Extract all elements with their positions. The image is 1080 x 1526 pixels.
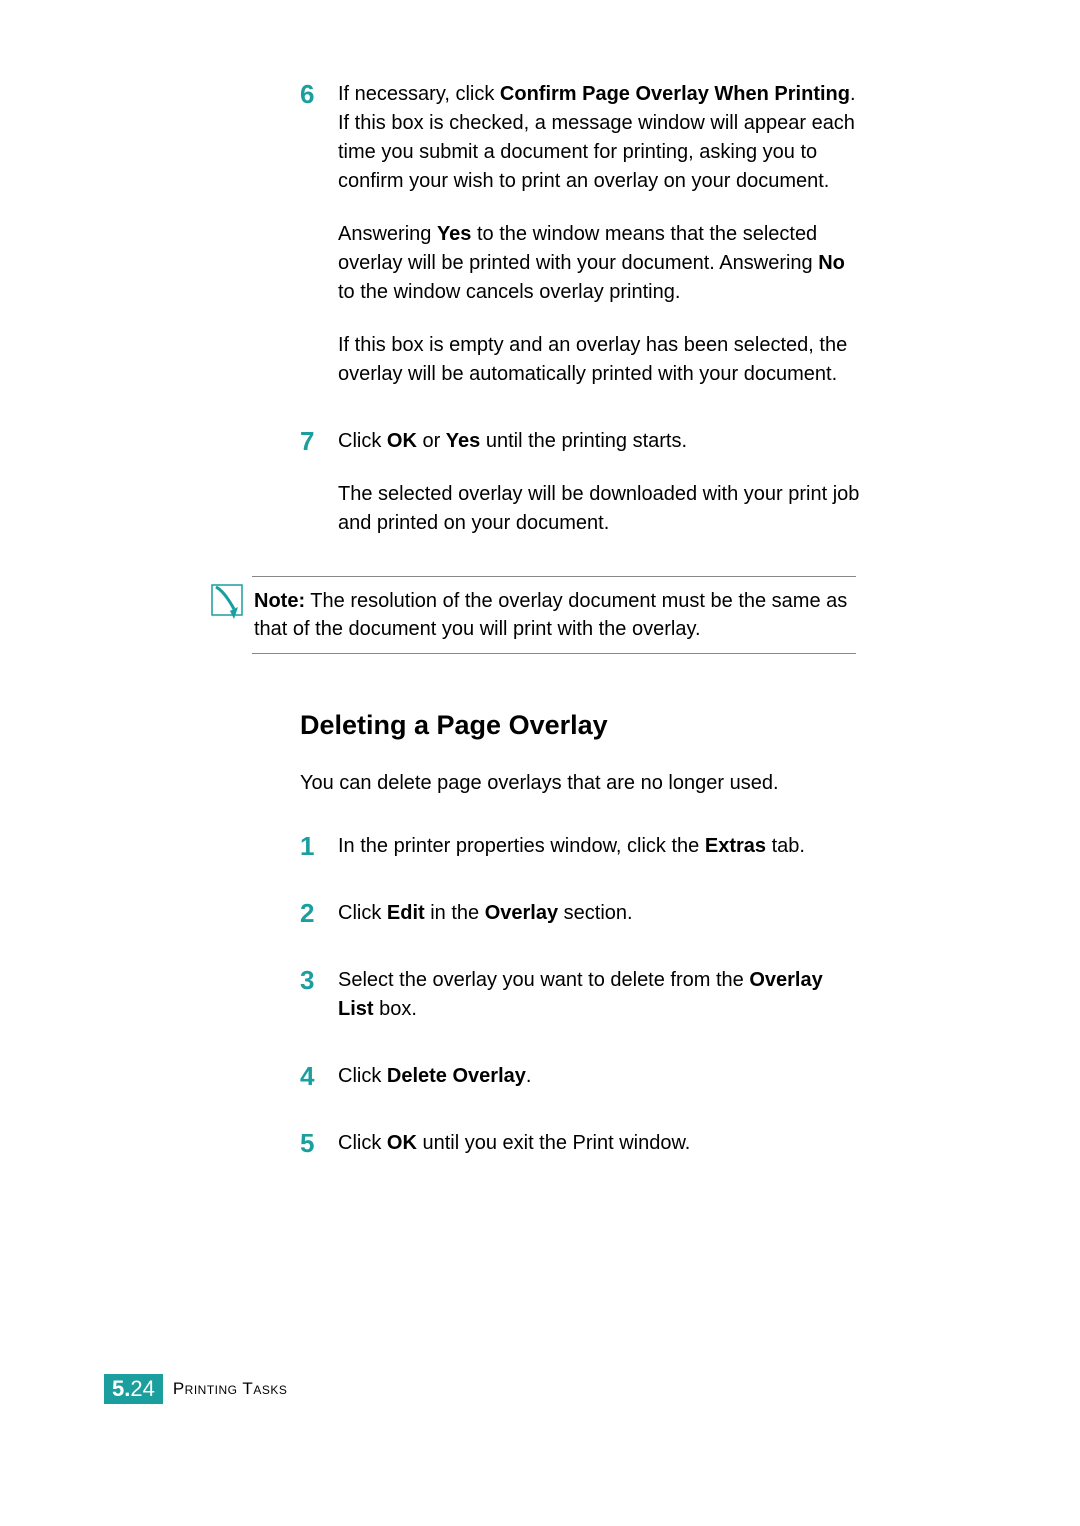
step-number: 1: [300, 832, 330, 861]
page-footer: 5.24 Printing Tasks: [104, 1374, 287, 1404]
paragraph: The selected overlay will be downloaded …: [338, 480, 860, 538]
step-body: Click Delete Overlay.: [338, 1062, 860, 1091]
step-number: 5: [300, 1129, 330, 1158]
note-label: Note:: [254, 590, 305, 612]
numbered-step: 6 If necessary, click Confirm Page Overla…: [300, 80, 860, 389]
note-icon: [206, 579, 254, 628]
note-text: Note: The resolution of the overlay docu…: [254, 587, 856, 643]
step-body: Click OK or Yes until the printing start…: [338, 427, 860, 538]
paragraph: Answering Yes to the window means that t…: [338, 220, 860, 307]
numbered-step: 7 Click OK or Yes until the printing star…: [300, 427, 860, 538]
step-number: 7: [300, 427, 330, 456]
step-body: Click OK until you exit the Print window…: [338, 1129, 860, 1158]
numbered-step: 1 In the printer properties window, click…: [300, 832, 860, 861]
step-body: In the printer properties window, click …: [338, 832, 860, 861]
section-heading: Deleting a Page Overlay: [300, 710, 860, 741]
content-column: 6 If necessary, click Confirm Page Overla…: [300, 80, 860, 1158]
numbered-step: 2 Click Edit in the Overlay section.: [300, 899, 860, 928]
numbered-step: 4 Click Delete Overlay.: [300, 1062, 860, 1091]
step-body: Click Edit in the Overlay section.: [338, 899, 860, 928]
footer-title: Printing Tasks: [173, 1379, 288, 1399]
step-number: 6: [300, 80, 330, 109]
step-body: Select the overlay you want to delete fr…: [338, 966, 860, 1024]
step-number: 4: [300, 1062, 330, 1091]
page-number-badge: 5.24: [104, 1374, 163, 1404]
paragraph: Select the overlay you want to delete fr…: [338, 966, 860, 1024]
note-body: The resolution of the overlay document m…: [254, 590, 847, 640]
paragraph: Click OK or Yes until the printing start…: [338, 427, 860, 456]
note-block: Note: The resolution of the overlay docu…: [252, 576, 856, 654]
step-body: If necessary, click Confirm Page Overlay…: [338, 80, 860, 389]
step-number: 2: [300, 899, 330, 928]
paragraph: Click Edit in the Overlay section.: [338, 899, 860, 928]
paragraph: Click OK until you exit the Print window…: [338, 1129, 860, 1158]
section-intro: You can delete page overlays that are no…: [300, 769, 860, 798]
numbered-step: 3 Select the overlay you want to delete f…: [300, 966, 860, 1024]
paragraph: If necessary, click Confirm Page Overlay…: [338, 80, 860, 196]
page: 6 If necessary, click Confirm Page Overla…: [0, 0, 1080, 1526]
numbered-step: 5 Click OK until you exit the Print windo…: [300, 1129, 860, 1158]
paragraph: In the printer properties window, click …: [338, 832, 860, 861]
paragraph: Click Delete Overlay.: [338, 1062, 860, 1091]
step-number: 3: [300, 966, 330, 995]
paragraph: If this box is empty and an overlay has …: [338, 331, 860, 389]
